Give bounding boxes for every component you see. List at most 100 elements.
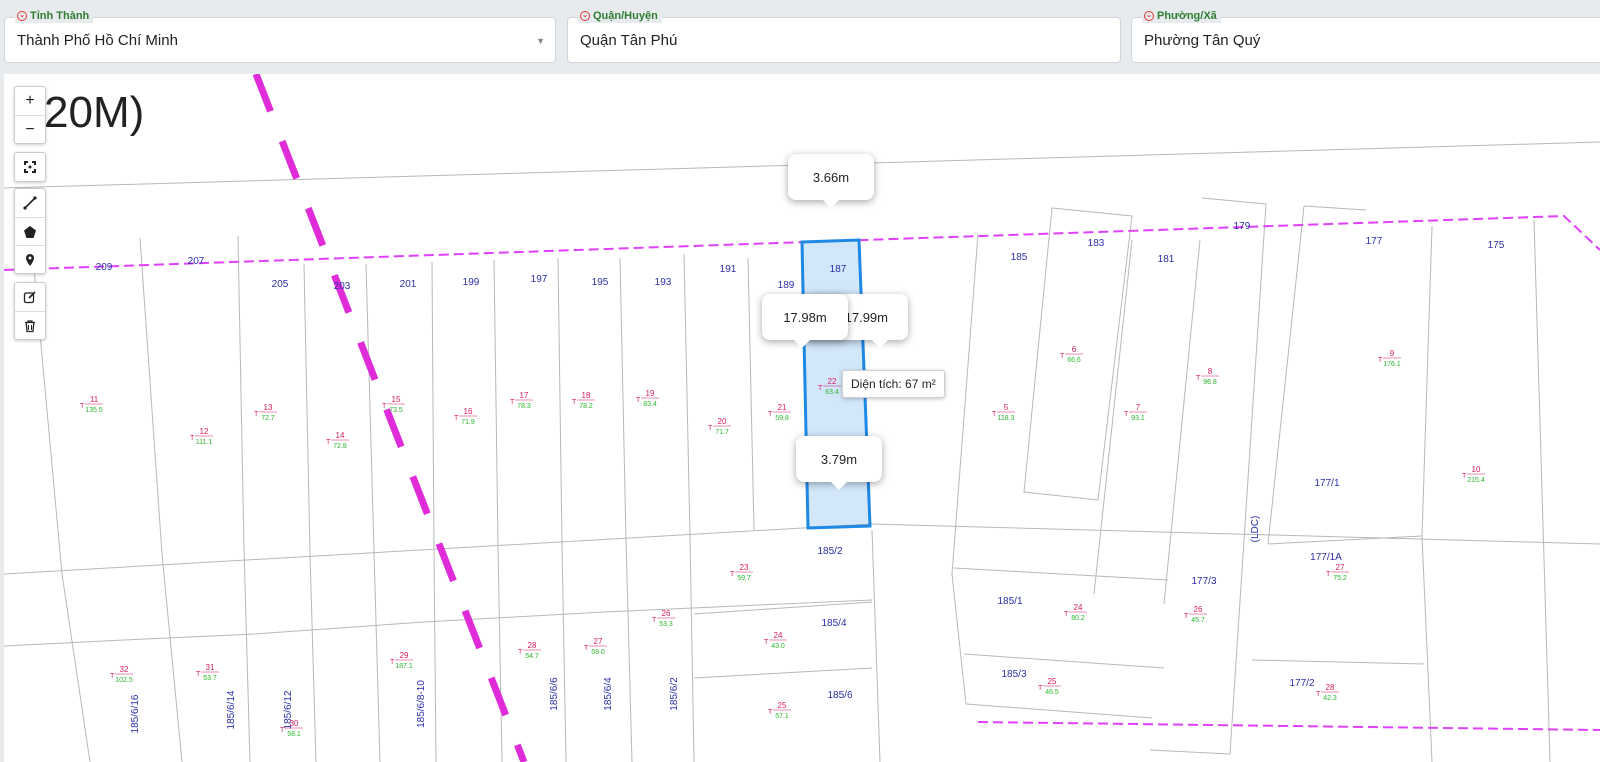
parcel-area: 45.7 [1191,617,1205,624]
parcel-number: 32 [120,665,129,674]
lower-boundary-dashed [977,721,1600,731]
measure-left: 17.98m [762,294,848,348]
parcel-number: 29 [400,651,409,660]
lot-number: 193 [655,277,672,288]
street-address-label: 185/6/16 [130,694,141,733]
parcel-area: 59.8 [775,415,789,422]
lot-number: 185/1 [997,596,1022,607]
street-address-label: (LDC) [1250,516,1261,543]
parcel-number: 24 [1074,603,1083,612]
map-pin-icon [26,253,34,266]
parcel-land-type: T [992,411,997,418]
parcel-number: 27 [594,637,603,646]
parcel-number: 12 [200,427,209,436]
lot-number: 207 [188,256,205,267]
parcel-area: 176.1 [1383,361,1401,368]
parcel-land-type: T [1038,685,1043,692]
parcel-number: 23 [740,563,749,572]
lot-line [139,237,183,762]
parcel-area: 46.5 [1045,689,1059,696]
parcel-area: 73.5 [389,407,403,414]
draw-marker-button[interactable] [15,245,45,273]
lot-line [1251,659,1425,665]
zoom-in-button[interactable]: + [15,87,45,115]
parcel-land-type: T [382,403,387,410]
lot-number: 177/2 [1289,678,1314,689]
fullscreen-control [14,152,46,182]
lot-line [431,261,437,762]
lot-line [1163,239,1201,605]
area-tooltip: Diện tích: 67 m² [842,370,945,398]
province-value: Thành Phố Hồ Chí Minh [17,32,178,49]
delete-layers-button[interactable] [15,311,45,339]
lot-number: 209 [96,262,113,273]
parcel-land-type: T [190,435,195,442]
parcel-area: 118.3 [998,415,1015,422]
chevron-down-circle-icon: ⌄ [580,11,590,21]
parcel-land-type: T [1184,613,1189,620]
lot-line [871,529,881,762]
lot-number: 195 [592,277,609,288]
province-select[interactable]: ⌄ Tỉnh Thành Thành Phố Hồ Chí Minh ▼ [4,9,556,63]
edit-layers-button[interactable] [15,283,45,311]
parcel-land-type: T [280,727,285,734]
parcel-number: 17 [520,391,529,400]
parcel-land-type: T [730,571,735,578]
parcel-area: 57.1 [775,713,789,720]
parcel-area: 80.2 [1071,615,1085,622]
map-canvas[interactable]: 209 207 205 203 201 199 197 195 193 191 189 187 185 1… [4,74,1600,762]
parcel-number: 10 [1472,465,1481,474]
draw-polygon-button[interactable] [15,217,45,245]
parcel-area: 53.3 [659,621,673,628]
lot-line [619,257,633,762]
parcel-area: 187.1 [395,663,413,670]
parcel-land-type: T [768,709,773,716]
filter-bar: ⌄ Tỉnh Thành Thành Phố Hồ Chí Minh ▼ ⌄ Quậ… [0,0,1600,72]
street-address-label: 185/6/6 [549,677,560,711]
parcel-land-type: T [572,399,577,406]
lot-number: 177/3 [1191,576,1216,587]
lot-line [1533,219,1551,762]
parcel-number: 8 [1208,367,1213,376]
parcel-land-type: T [1124,411,1129,418]
parcel-land-type: T [1064,611,1069,618]
lot-line [1149,197,1267,755]
parcel-land-type: T [254,411,259,418]
lot-number: 205 [272,279,289,290]
parcel-number: 28 [1326,683,1335,692]
parcel-number: 16 [464,407,473,416]
lot-line [237,235,251,762]
parcel-land-type: T [454,415,459,422]
parcel-number: 21 [778,403,787,412]
draw-line-button[interactable] [15,189,45,217]
parcel-number: 30 [290,719,299,728]
parcel-number: 19 [646,389,655,398]
fullscreen-button[interactable] [15,153,45,181]
lot-line [365,263,381,762]
parcel-area: 43.0 [771,643,785,650]
parcel-land-type: T [584,645,589,652]
parcel-area: 78.3 [517,403,531,410]
parcel-area: 215.4 [1467,477,1485,484]
trash-icon [25,319,35,332]
district-select[interactable]: ⌄ Quận/Huyện Quận Tân Phú [567,9,1121,63]
parcel-number: 13 [264,403,273,412]
lot-number: 179 [1234,221,1251,232]
lot-line [953,567,1169,581]
lot-number: 185/3 [1001,669,1026,680]
district-label: ⌄ Quận/Huyện [578,9,662,23]
parcel-number: 22 [828,377,837,386]
parcel-area: 59.0 [591,649,605,656]
zoom-out-button[interactable]: − [15,115,45,143]
zoom-controls: + − [14,86,46,144]
lot-line [965,703,1153,719]
lot-line [683,253,695,762]
parcel-number: 15 [392,395,401,404]
parcel-number: 28 [528,641,537,650]
dropdown-caret-icon[interactable]: ▼ [536,36,545,46]
ward-select[interactable]: ⌄ Phường/Xã Phường Tân Quý [1131,9,1600,63]
parcel-land-type: T [196,671,201,678]
parcel-area: 78.2 [579,403,593,410]
lot-number: 185 [1011,252,1028,263]
lot-line [33,268,91,762]
